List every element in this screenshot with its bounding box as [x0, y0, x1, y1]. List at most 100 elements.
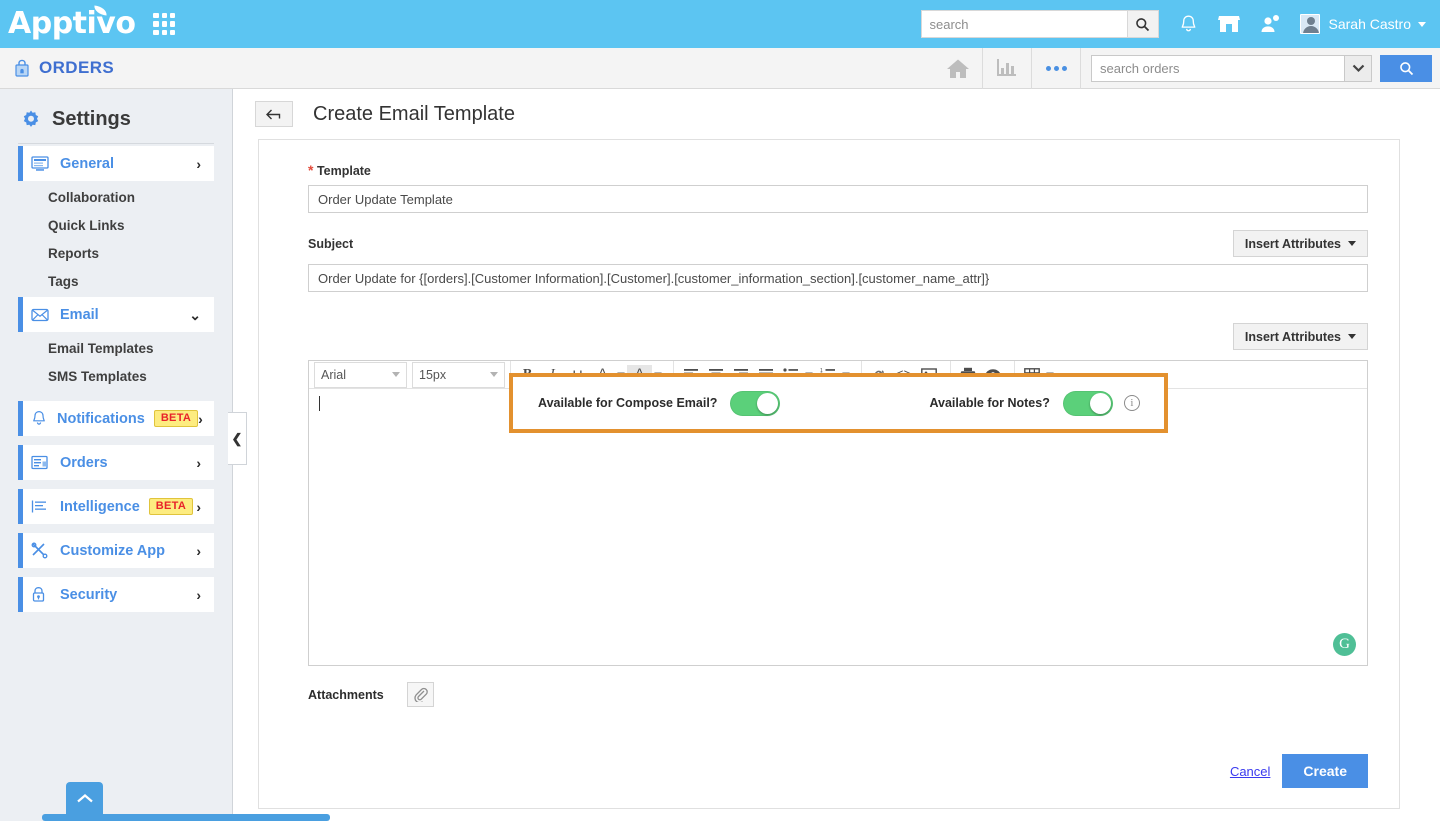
- chevron-right-icon: ›: [196, 544, 201, 558]
- sidebar-subitem-collaboration[interactable]: Collaboration: [0, 183, 232, 211]
- page-header: Create Email Template: [233, 89, 1440, 139]
- add-contact-button[interactable]: [1260, 14, 1280, 34]
- person-add-icon: [1260, 14, 1280, 34]
- template-name-input[interactable]: [308, 185, 1368, 213]
- sidebar-item-intelligence-label: Intelligence: [60, 499, 140, 515]
- cancel-button[interactable]: Cancel: [1230, 764, 1270, 779]
- scroll-to-top-button[interactable]: [66, 782, 103, 815]
- envelope-icon: [31, 307, 50, 323]
- order-search-input[interactable]: [1091, 55, 1344, 82]
- app-header-right: [933, 48, 1440, 89]
- home-icon: [945, 57, 971, 80]
- compose-email-toggle-label: Available for Compose Email?: [538, 396, 717, 410]
- notifications-button[interactable]: [1179, 14, 1198, 34]
- sidebar-collapse-toggle[interactable]: ❮: [228, 412, 247, 465]
- shopping-bag-icon: [14, 59, 30, 77]
- sidebar-title-label: Settings: [52, 108, 131, 131]
- insert-attributes-subject-button[interactable]: Insert Attributes: [1233, 230, 1368, 257]
- settings-sidebar: Settings General › Collaboration Quick L…: [0, 89, 233, 821]
- insert-attributes-subject-label: Insert Attributes: [1245, 237, 1341, 251]
- text-caret: [319, 396, 320, 411]
- sidebar-title: Settings: [0, 89, 232, 131]
- form-actions: Cancel Create: [1230, 754, 1368, 788]
- availability-toggles-highlight: Available for Compose Email? Available f…: [509, 373, 1168, 433]
- notes-toggle[interactable]: [1063, 391, 1113, 416]
- home-button[interactable]: [933, 48, 982, 89]
- global-search: [921, 10, 1159, 38]
- back-arrow-icon: [265, 108, 283, 121]
- ellipsis-icon: [1046, 66, 1067, 71]
- bar-chart-icon: [995, 57, 1019, 79]
- sidebar-subitem-reports[interactable]: Reports: [0, 239, 232, 267]
- sidebar-item-security-label: Security: [60, 587, 117, 603]
- sidebar-subitem-tags[interactable]: Tags: [0, 267, 232, 295]
- back-button[interactable]: [255, 101, 293, 127]
- font-family-select[interactable]: Arial: [314, 362, 407, 388]
- sidebar-item-general-label: General: [60, 156, 114, 172]
- grammarly-icon[interactable]: G: [1333, 633, 1356, 656]
- insert-attributes-body-button[interactable]: Insert Attributes: [1233, 323, 1368, 350]
- global-header-right: Sarah Castro: [921, 10, 1440, 38]
- search-icon: [1135, 17, 1150, 32]
- more-actions-button[interactable]: [1031, 48, 1080, 89]
- chevron-left-icon: ❮: [232, 431, 243, 447]
- order-search: [1080, 48, 1440, 89]
- chevron-right-icon: ›: [196, 500, 201, 514]
- info-icon[interactable]: i: [1124, 395, 1140, 411]
- global-search-button[interactable]: [1127, 10, 1159, 38]
- attachments-row: Attachments: [308, 682, 1368, 707]
- apptivo-logo[interactable]: Apptivo: [8, 9, 135, 39]
- subject-field-label: Subject: [308, 237, 353, 251]
- order-search-dropdown[interactable]: [1344, 55, 1372, 82]
- beta-badge: BETA: [154, 410, 198, 427]
- sidebar-item-security[interactable]: Security ›: [18, 577, 214, 612]
- sidebar-item-email-label: Email: [60, 307, 99, 323]
- caret-down-icon: [1348, 241, 1356, 246]
- sidebar-subitem-email-templates[interactable]: Email Templates: [0, 334, 232, 362]
- create-button[interactable]: Create: [1282, 754, 1368, 788]
- sidebar-item-general[interactable]: General ›: [18, 146, 214, 181]
- sidebar-item-orders-label: Orders: [60, 455, 108, 471]
- chevron-down-icon: [1352, 64, 1365, 73]
- sidebar-subitem-quick-links[interactable]: Quick Links: [0, 211, 232, 239]
- sidebar-item-orders[interactable]: Orders ›: [18, 445, 214, 480]
- paperclip-icon: [413, 687, 428, 702]
- store-button[interactable]: [1218, 14, 1240, 34]
- apptivo-logo-text: Apptivo: [8, 6, 135, 41]
- insert-attributes-body-label: Insert Attributes: [1245, 330, 1341, 344]
- sidebar-divider: [18, 143, 214, 144]
- font-size-select[interactable]: 15px: [412, 362, 505, 388]
- user-name: Sarah Castro: [1329, 16, 1411, 32]
- attachment-add-button[interactable]: [407, 682, 434, 707]
- template-field-label: * Template: [308, 162, 1368, 178]
- sidebar-item-intelligence[interactable]: Intelligence BETA ›: [18, 489, 214, 524]
- reports-button[interactable]: [982, 48, 1031, 89]
- font-size-value: 15px: [419, 368, 446, 382]
- compose-email-toggle[interactable]: [730, 391, 780, 416]
- grid-apps-icon[interactable]: [153, 13, 175, 35]
- toggle-knob: [1090, 393, 1111, 414]
- sidebar-subitem-sms-templates[interactable]: SMS Templates: [0, 362, 232, 390]
- user-menu[interactable]: Sarah Castro: [1300, 14, 1426, 34]
- chevron-down-icon: [1418, 22, 1426, 27]
- sidebar-item-notifications[interactable]: Notifications BETA ›: [18, 401, 214, 436]
- font-family-value: Arial: [321, 368, 346, 382]
- sidebar-item-notifications-label: Notifications: [57, 411, 145, 427]
- sidebar-item-customize-app[interactable]: Customize App ›: [18, 533, 214, 568]
- sidebar-item-email[interactable]: Email ⌄: [18, 297, 214, 332]
- toggle-knob: [757, 393, 778, 414]
- document-lines-icon: [31, 499, 50, 515]
- avatar: [1300, 14, 1320, 34]
- app-name-label: ORDERS: [39, 58, 114, 78]
- attachments-label: Attachments: [308, 688, 384, 702]
- global-header: Apptivo: [0, 0, 1440, 48]
- subject-input[interactable]: [308, 264, 1368, 292]
- required-asterisk: *: [308, 162, 313, 178]
- search-icon: [1399, 61, 1414, 76]
- chevron-down-icon: [392, 372, 400, 377]
- order-search-button[interactable]: [1380, 55, 1432, 82]
- page-title: Create Email Template: [313, 103, 515, 126]
- global-search-input[interactable]: [921, 10, 1127, 38]
- bell-icon: [1179, 14, 1198, 34]
- chevron-right-icon: ›: [198, 412, 203, 426]
